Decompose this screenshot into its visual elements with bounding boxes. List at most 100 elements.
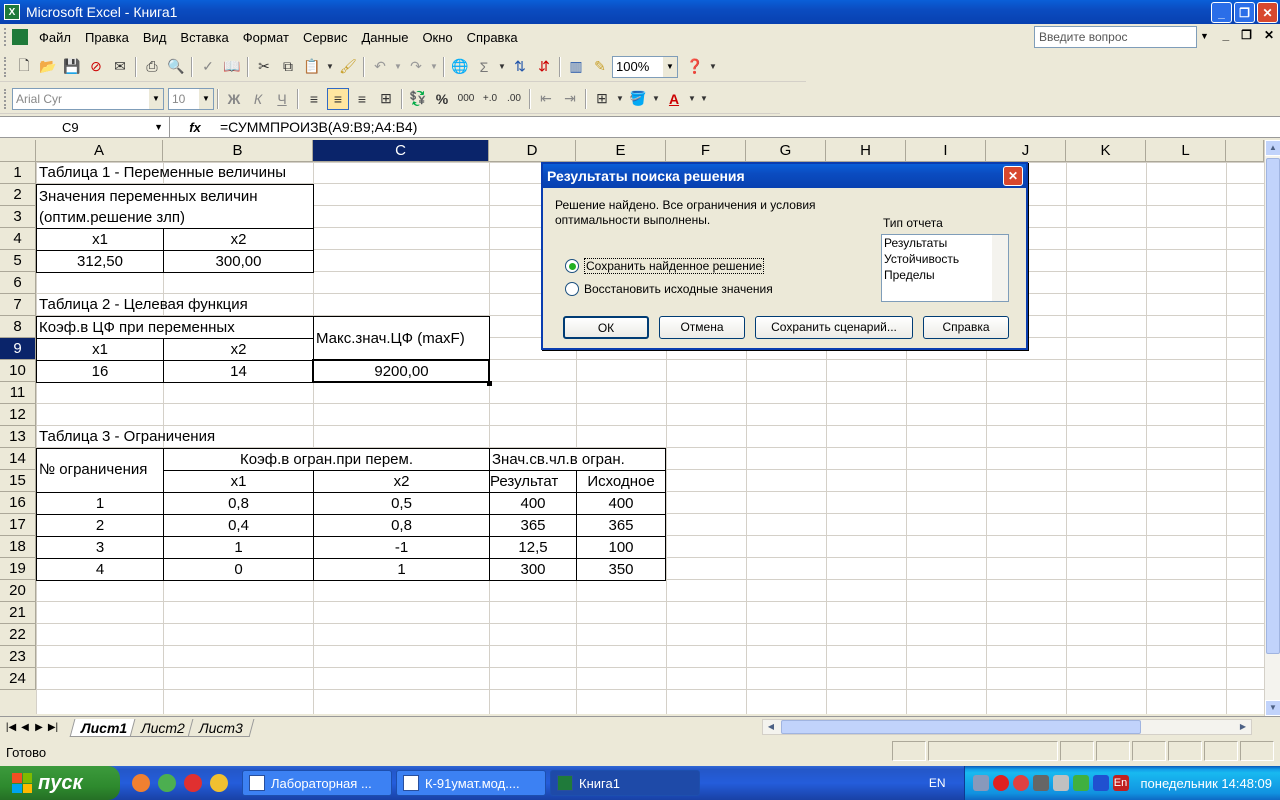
row-header-15[interactable]: 15 — [0, 470, 36, 492]
tool-icon[interactable] — [210, 774, 228, 792]
keyboard-layout-icon[interactable]: En — [1112, 775, 1129, 791]
spelling-icon[interactable]: ✓ — [197, 56, 219, 78]
align-center-icon[interactable]: ≡ — [327, 87, 349, 110]
row-header-1[interactable]: 1 — [0, 162, 36, 184]
report-type-list[interactable]: Результаты Устойчивость Пределы — [881, 234, 1009, 302]
column-header-j[interactable]: J — [986, 140, 1066, 162]
row-header-13[interactable]: 13 — [0, 426, 36, 448]
next-sheet-icon[interactable]: ▶ — [32, 722, 46, 733]
chart-wizard-icon[interactable]: ▥ — [565, 56, 587, 78]
minimize-button[interactable]: _ — [1211, 2, 1232, 23]
opera-icon[interactable] — [992, 775, 1009, 791]
drawing-icon[interactable]: ✎ — [589, 56, 611, 78]
doc-close-button[interactable]: ✕ — [1264, 28, 1274, 42]
redo-dropdown-icon[interactable]: ▼ — [429, 56, 439, 78]
redo-icon[interactable]: ↷ — [405, 56, 427, 78]
menu-help[interactable]: Справка — [460, 30, 525, 45]
volume-icon[interactable] — [1052, 775, 1069, 791]
thousands-icon[interactable]: 000 — [455, 88, 477, 110]
column-header-i[interactable]: I — [906, 140, 986, 162]
sort-ascending-icon[interactable]: ⇅ — [509, 56, 531, 78]
row-header-12[interactable]: 12 — [0, 404, 36, 426]
row-header-17[interactable]: 17 — [0, 514, 36, 536]
horizontal-scrollbar[interactable]: ◀ ▶ — [762, 719, 1252, 735]
row-header-21[interactable]: 21 — [0, 602, 36, 624]
row-header-3[interactable]: 3 — [0, 206, 36, 228]
clock[interactable]: понедельник 14:48:09 — [1141, 776, 1272, 791]
browser-icon[interactable] — [132, 774, 150, 792]
ask-dropdown-icon[interactable]: ▼ — [1196, 26, 1212, 48]
percent-icon[interactable]: % — [431, 88, 453, 110]
radio-keep-solution[interactable]: Сохранить найденное решение — [565, 258, 765, 274]
undo-dropdown-icon[interactable]: ▼ — [393, 56, 403, 78]
row-header-20[interactable]: 20 — [0, 580, 36, 602]
hyperlink-icon[interactable]: 🌐 — [449, 56, 471, 78]
print-preview-icon[interactable]: 🔍 — [165, 56, 187, 78]
row-header-9[interactable]: 9 — [0, 338, 36, 360]
prev-sheet-icon[interactable]: ◀ — [18, 722, 32, 733]
media-icon[interactable] — [184, 774, 202, 792]
fill-color-icon[interactable]: 🪣 — [627, 88, 649, 110]
doc-restore-button[interactable]: ❐ — [1241, 28, 1252, 42]
row-header-18[interactable]: 18 — [0, 536, 36, 558]
report-item-results[interactable]: Результаты — [882, 235, 1008, 251]
align-right-icon[interactable]: ≡ — [351, 88, 373, 110]
merge-center-icon[interactable]: ⊞ — [375, 88, 397, 110]
fill-color-dropdown-icon[interactable]: ▼ — [651, 88, 661, 110]
paste-dropdown-icon[interactable]: ▼ — [325, 56, 335, 78]
menu-insert[interactable]: Вставка — [173, 30, 235, 45]
report-item-limits[interactable]: Пределы — [882, 267, 1008, 283]
formula-input[interactable]: =СУММПРОИЗВ(A9:B9;A4:B4) — [220, 119, 417, 135]
cancel-button[interactable]: Отмена — [659, 316, 745, 339]
row-header-10[interactable]: 10 — [0, 360, 36, 382]
sort-descending-icon[interactable]: ⇵ — [533, 56, 555, 78]
radio-restore-values[interactable]: Восстановить исходные значения — [565, 282, 773, 296]
language-indicator[interactable]: EN — [929, 776, 946, 790]
row-header-6[interactable]: 6 — [0, 272, 36, 294]
toolbar-options-icon[interactable]: ▼ — [699, 88, 709, 110]
italic-button[interactable]: К — [247, 88, 269, 110]
permission-icon[interactable]: ⊘ — [85, 56, 107, 78]
scroll-down-icon[interactable]: ▼ — [1265, 700, 1280, 716]
print-icon[interactable]: ⎙ — [141, 56, 163, 78]
paste-icon[interactable]: 📋 — [301, 56, 323, 78]
underline-button[interactable]: Ч — [271, 88, 293, 110]
ask-question-input[interactable]: Введите вопрос — [1034, 26, 1212, 48]
vertical-scroll-thumb[interactable] — [1266, 158, 1280, 654]
name-box[interactable]: C9 ▼ — [0, 117, 170, 137]
increase-decimal-icon[interactable]: +.0 — [479, 88, 501, 110]
column-header-l[interactable]: L — [1146, 140, 1226, 162]
bluetooth-icon[interactable] — [1092, 775, 1109, 791]
scroll-right-icon[interactable]: ▶ — [1235, 720, 1251, 734]
column-header-a[interactable]: A — [36, 140, 163, 162]
copy-icon[interactable]: ⧉ — [277, 56, 299, 78]
sheet-tab-1[interactable]: Лист1 — [69, 718, 139, 737]
bold-button[interactable]: Ж — [223, 88, 245, 110]
sheet-tab-3[interactable]: Лист3 — [187, 718, 255, 737]
scroll-left-icon[interactable]: ◀ — [763, 720, 779, 734]
font-size-select[interactable]: 10 ▼ — [168, 87, 214, 110]
column-header-f[interactable]: F — [666, 140, 746, 162]
borders-icon[interactable]: ⊞ — [591, 88, 613, 110]
cut-icon[interactable]: ✂ — [253, 56, 275, 78]
select-all-corner[interactable] — [0, 140, 36, 162]
row-header-16[interactable]: 16 — [0, 492, 36, 514]
column-header-d[interactable]: D — [489, 140, 576, 162]
first-sheet-icon[interactable]: |◀ — [4, 722, 18, 733]
horizontal-scroll-thumb[interactable] — [781, 720, 1141, 734]
column-header-k[interactable]: K — [1066, 140, 1146, 162]
last-sheet-icon[interactable]: ▶| — [46, 722, 60, 733]
row-header-24[interactable]: 24 — [0, 668, 36, 690]
network-icon[interactable] — [972, 775, 989, 791]
target-icon[interactable] — [1012, 775, 1029, 791]
row-header-8[interactable]: 8 — [0, 316, 36, 338]
column-header-c[interactable]: C — [313, 140, 489, 162]
column-header-b[interactable]: B — [163, 140, 313, 162]
restore-button[interactable]: ❐ — [1234, 2, 1255, 23]
zoom-select[interactable]: 100% ▼ — [612, 55, 678, 78]
save-icon[interactable]: 💾 — [61, 56, 83, 78]
sheet-tab-2[interactable]: Лист2 — [129, 718, 197, 737]
align-left-icon[interactable]: ≡ — [303, 88, 325, 110]
column-header-e[interactable]: E — [576, 140, 666, 162]
taskbar-item-excel[interactable]: Книга1 — [550, 770, 700, 796]
